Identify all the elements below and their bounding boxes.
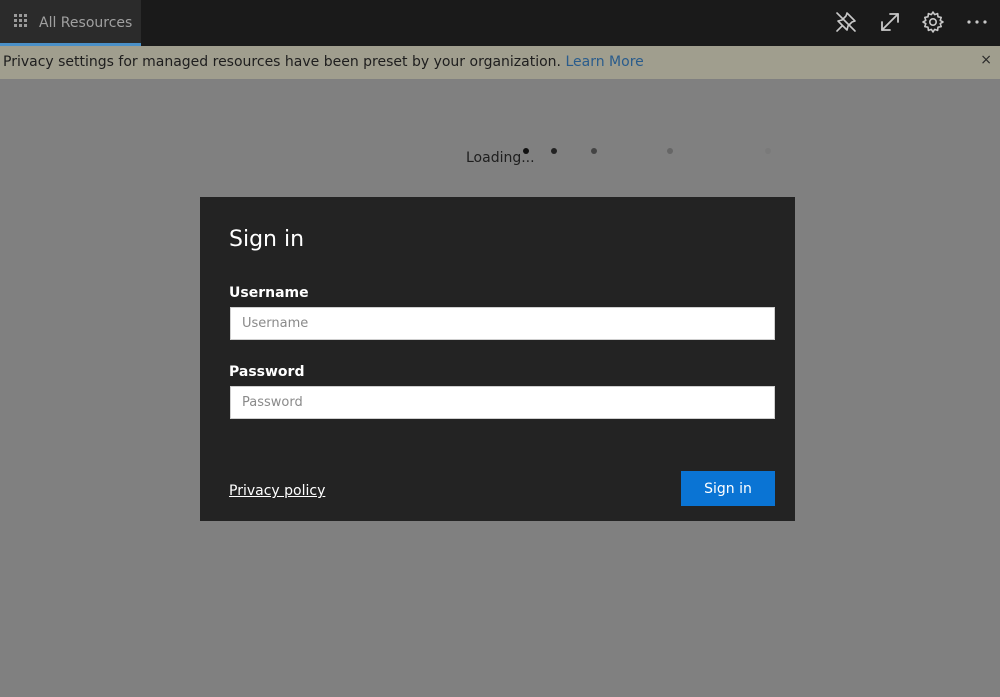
loading-dot (551, 148, 557, 154)
password-field[interactable] (230, 386, 775, 419)
sign-in-dialog: Sign in Username Password Privacy policy… (200, 197, 795, 521)
learn-more-link[interactable]: Learn More (565, 54, 643, 70)
loading-dot (591, 148, 597, 154)
loading-dot (523, 148, 529, 154)
loading-dot (765, 148, 771, 154)
expand-icon[interactable] (877, 9, 903, 35)
sign-in-button[interactable]: Sign in (681, 471, 775, 506)
top-bar: All Resources (0, 0, 1000, 46)
loading-dot (667, 148, 673, 154)
more-icon[interactable] (964, 9, 990, 35)
pin-icon[interactable] (833, 9, 859, 35)
username-field[interactable] (230, 307, 775, 340)
close-icon[interactable]: × (980, 52, 992, 68)
banner-text: Privacy settings for managed resources h… (3, 54, 566, 70)
dialog-title: Sign in (229, 227, 305, 252)
gear-icon[interactable] (920, 9, 946, 35)
tab-label: All Resources (39, 15, 133, 31)
banner-message: Privacy settings for managed resources h… (3, 54, 644, 70)
username-label: Username (229, 285, 309, 301)
apps-grid-icon[interactable] (14, 14, 28, 28)
privacy-banner: Privacy settings for managed resources h… (0, 46, 1000, 79)
tab-all-resources[interactable]: All Resources (0, 0, 141, 46)
password-label: Password (229, 364, 305, 380)
privacy-policy-link[interactable]: Privacy policy (229, 483, 325, 499)
